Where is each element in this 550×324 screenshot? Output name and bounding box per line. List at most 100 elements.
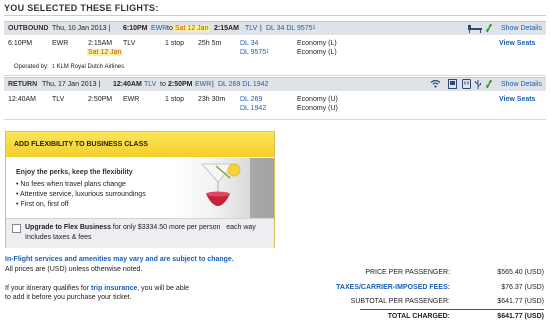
video-icon — [448, 79, 457, 89]
outbound-row-cabin2: Economy (L) — [297, 49, 337, 56]
outbound-row-cabin1: Economy (L) — [297, 40, 337, 47]
return-to: to — [160, 81, 166, 88]
operated-by-footnote: 1 — [52, 64, 55, 70]
usb-icon — [474, 79, 482, 89]
outbound-segment: 6:10PM EWR 2:15AM Sat 12 Jan TLV 1 stop … — [4, 35, 546, 76]
outbound-dep-time: 6:10PM — [123, 25, 148, 32]
return-row-arr-airport: EWR — [123, 96, 140, 103]
outbound-arr-time: 2:15AM — [214, 25, 239, 32]
operated-by-carrier: KLM Royal Dutch Airlines — [56, 64, 125, 70]
return-show-details[interactable]: Show Details — [501, 81, 542, 88]
return-dep-airport[interactable]: TLV — [144, 81, 156, 88]
upgrade-option-mid: for only — [112, 224, 136, 231]
taxes-fees-link[interactable]: TAXES/CARRIER-IMPOSED FEES: — [336, 284, 450, 291]
upgrade-bullet-text: Attentive service, luxurious surrounding… — [20, 191, 146, 198]
return-row-cabin2: Economy (U) — [297, 105, 338, 112]
return-row-flight1[interactable]: DL 269 — [240, 96, 262, 103]
cocktail-image — [172, 158, 274, 218]
return-row-dep-time: 12:40AM — [8, 96, 37, 103]
return-row-stops: 1 stop — [165, 96, 185, 103]
flat-bed-icon — [467, 23, 483, 33]
outbound-row-flight1[interactable]: DL 34 — [240, 40, 258, 47]
return-dep-time: 12:40AM — [113, 81, 142, 88]
subtotal-label: SUBTOTAL PER PASSENGER: — [350, 298, 450, 305]
return-date: Thu, 17 Jan 2013 | — [42, 81, 101, 88]
outbound-label: OUTBOUND — [8, 25, 49, 32]
upgrade-option-tail: more per person each way — [169, 224, 256, 231]
return-row-duration: 23h 30m — [198, 96, 226, 103]
outbound-row-arr-date: Sat 12 Jan — [87, 49, 123, 56]
total-charged-label: TOTAL CHARGED: — [387, 313, 450, 320]
outbound-view-seats[interactable]: View Seats — [499, 40, 535, 47]
upgrade-option-name: Upgrade to Flex Business — [25, 224, 111, 231]
price-per-passenger-label: PRICE PER PASSENGER: — [365, 269, 450, 276]
upgrade-option-line1: Upgrade to Flex Business for only $3334.… — [25, 224, 256, 231]
return-arr-airport[interactable]: EWR — [195, 81, 211, 88]
amenities-notice[interactable]: In-Flight services and amenities may var… — [5, 256, 234, 263]
return-view-seats[interactable]: View Seats — [499, 96, 535, 103]
outbound-dep-airport[interactable]: EWR — [151, 25, 167, 32]
upgrade-header: ADD FLEXIBILITY TO BUSINESS CLASS — [6, 132, 274, 157]
insurance-post: , you will be able — [137, 285, 190, 292]
trip-insurance-link[interactable]: trip insurance — [91, 285, 137, 292]
outbound-show-details[interactable]: Show Details — [501, 25, 542, 32]
outbound-row-stops: 1 stop — [165, 40, 185, 47]
upgrade-bullet-text: First on, first off — [20, 201, 69, 208]
return-row-flight2[interactable]: DL 1942 — [240, 105, 266, 112]
outbound-to: to — [167, 25, 173, 32]
outbound-sep: | — [260, 25, 262, 32]
upgrade-panel: ADD FLEXIBILITY TO BUSINESS CLASS Enjoy … — [5, 131, 275, 248]
power-outlet-icon — [462, 79, 471, 89]
outbound-flights-footnote: 1 — [312, 25, 316, 31]
operated-by-value: 1 KLM Royal Dutch Airlines — [52, 64, 124, 70]
upgrade-bullet: • No fees when travel plans change — [16, 181, 126, 188]
insurance-pre: If your itinerary qualifies for — [5, 285, 90, 292]
subtotal-value: $641.77 (USD) — [497, 298, 544, 305]
return-arr-time: 2:50PM — [168, 81, 193, 88]
upgrade-bullet: • Attentive service, luxurious surroundi… — [16, 191, 146, 198]
return-row-dep-airport: TLV — [52, 96, 65, 103]
insurance-notice-line2: to add it before you purchase your ticke… — [5, 294, 132, 301]
outbound-arr-airport[interactable]: TLV — [245, 25, 257, 32]
price-per-passenger-value: $565.40 (USD) — [497, 269, 544, 276]
outbound-flights-summary[interactable]: DL 34 DL 95751 — [266, 25, 315, 32]
return-header: RETURN Thu, 17 Jan 2013 | 12:40AM TLV to… — [4, 77, 546, 92]
return-row-arr-time: 2:50PM — [88, 96, 113, 103]
upgrade-bullet: • First on, first off — [16, 201, 69, 208]
return-label: RETURN — [8, 81, 38, 88]
taxes-fees-value: $76.37 (USD) — [501, 284, 544, 291]
outbound-row-arr-airport: TLV — [123, 40, 136, 47]
fresh-food-icon — [485, 23, 493, 33]
outbound-row-dep-time: 6:10PM — [8, 40, 33, 47]
outbound-row-flight2[interactable]: DL 95751 — [240, 49, 269, 56]
upgrade-bullet-text: No fees when travel plans change — [20, 181, 126, 188]
currency-notice: All prices are (USD) unless otherwise no… — [5, 266, 143, 273]
outbound-row-duration: 25h 5m — [198, 40, 222, 47]
insurance-notice: If your itinerary qualifies for trip ins… — [5, 285, 189, 292]
title-divider — [4, 15, 546, 16]
return-flights-summary[interactable]: DL 269 DL 1942 — [218, 81, 268, 88]
upgrade-option-line2: Includes taxes & fees — [25, 234, 92, 241]
outbound-row-flight2-footnote: 1 — [266, 49, 269, 55]
return-sep: | — [212, 81, 214, 88]
total-divider — [360, 309, 544, 310]
upgrade-option-price: $3334.50 — [137, 224, 168, 231]
outbound-row-dep-airport: EWR — [52, 40, 69, 47]
outbound-header: OUTBOUND Thu, 10 Jan 2013 | 6:10PM EWR t… — [4, 21, 546, 36]
outbound-flights-text: DL 34 DL 9575 — [266, 25, 313, 32]
outbound-date: Thu, 10 Jan 2013 | — [52, 25, 111, 32]
total-charged-value: $641.77 (USD) — [497, 313, 544, 320]
return-segment: 12:40AM TLV 2:50PM EWR 1 stop 23h 30m DL… — [4, 91, 546, 120]
return-row-cabin1: Economy (U) — [297, 96, 338, 103]
operated-by-label: Operated by: — [14, 64, 49, 70]
upgrade-checkbox[interactable] — [12, 224, 21, 233]
upgrade-option: Upgrade to Flex Business for only $3334.… — [6, 218, 274, 248]
fresh-food-icon — [485, 79, 493, 89]
outbound-arr-date: Sat 12 Jan — [174, 25, 210, 32]
outbound-row-flight2-text: DL 9575 — [240, 49, 267, 56]
upgrade-header-title: ADD FLEXIBILITY TO BUSINESS CLASS — [14, 141, 148, 148]
page-title: YOU SELECTED THESE FLIGHTS: — [4, 3, 159, 13]
outbound-row-arr-time: 2:15AM — [88, 40, 113, 47]
upgrade-perks-title: Enjoy the perks, keep the flexibility — [16, 169, 133, 176]
wifi-icon — [430, 79, 441, 88]
